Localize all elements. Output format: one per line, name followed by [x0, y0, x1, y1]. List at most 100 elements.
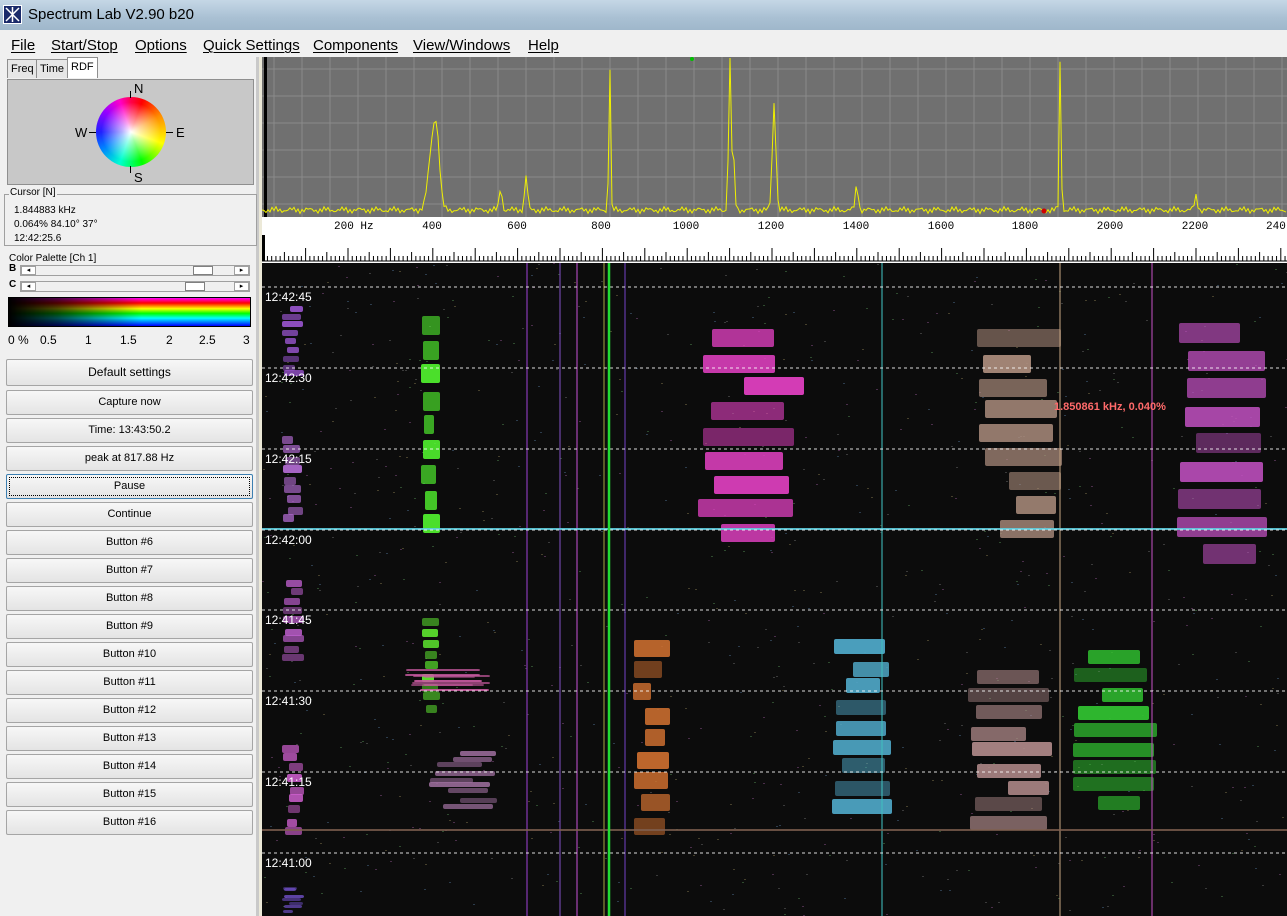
menu-quick-settings[interactable]: Quick Settings	[203, 37, 300, 54]
scroll-left-icon[interactable]: ◂	[21, 266, 36, 275]
waterfall-noise	[1062, 716, 1064, 717]
waterfall-noise	[660, 268, 662, 269]
waterfall-noise	[482, 511, 484, 512]
waterfall-noise	[798, 898, 800, 899]
waterfall-signal	[985, 448, 1062, 466]
capture-now-button[interactable]: Capture now	[6, 390, 253, 415]
waterfall-noise	[928, 409, 930, 410]
peak-button[interactable]: peak at 817.88 Hz	[6, 446, 253, 471]
button-13[interactable]: Button #13	[6, 726, 253, 751]
waterfall-noise	[701, 844, 703, 845]
waterfall-signal	[282, 745, 299, 753]
waterfall-noise	[792, 606, 794, 607]
app-icon[interactable]	[3, 5, 22, 24]
waterfall-display[interactable]: 12:42:45 12:42:30 12:42:15 12:42:00 12:4…	[262, 263, 1287, 916]
waterfall-signal	[423, 640, 439, 648]
contrast-slider[interactable]: ◂ ▸	[20, 281, 250, 292]
waterfall-noise	[320, 431, 322, 432]
frequency-axis[interactable]: 200 Hz 400 600 800 1000 1200 1400 1600 1…	[262, 217, 1287, 263]
button-15[interactable]: Button #15	[6, 782, 253, 807]
button-12[interactable]: Button #12	[6, 698, 253, 723]
waterfall-signal	[645, 729, 665, 746]
waterfall-noise	[395, 475, 397, 476]
waterfall-noise	[1064, 415, 1066, 416]
spectrum-display[interactable]	[261, 57, 1287, 217]
waterfall-signal	[744, 377, 804, 395]
button-14[interactable]: Button #14	[6, 754, 253, 779]
waterfall-noise	[976, 277, 978, 278]
waterfall-noise	[1173, 744, 1175, 745]
waterfall-noise	[670, 440, 672, 441]
waterfall-noise	[730, 833, 732, 834]
spectrum-marker-icon	[1041, 208, 1047, 214]
waterfall-signal	[1073, 777, 1154, 791]
waterfall-noise	[966, 652, 968, 653]
button-8[interactable]: Button #8	[6, 586, 253, 611]
freq-axis-label: 400	[422, 221, 442, 233]
brightness-slider-thumb[interactable]	[193, 266, 213, 275]
waterfall-noise	[376, 459, 378, 460]
waterfall-noise	[670, 696, 672, 697]
menu-view-windows[interactable]: View/Windows	[413, 37, 510, 54]
waterfall-noise	[708, 642, 710, 643]
menu-options[interactable]: Options	[135, 37, 187, 54]
contrast-slider-thumb[interactable]	[185, 282, 205, 291]
waterfall-signal	[287, 495, 301, 503]
waterfall-noise	[1235, 652, 1237, 653]
waterfall-noise	[946, 613, 948, 614]
button-9[interactable]: Button #9	[6, 614, 253, 639]
waterfall-noise	[315, 504, 317, 505]
button-10[interactable]: Button #10	[6, 642, 253, 667]
waterfall-noise	[280, 311, 282, 312]
waterfall-noise	[779, 825, 781, 826]
waterfall-noise	[458, 727, 460, 728]
waterfall-noise	[579, 571, 581, 572]
waterfall-noise	[711, 556, 713, 557]
button-16[interactable]: Button #16	[6, 810, 253, 835]
scroll-right-icon[interactable]: ▸	[234, 282, 249, 291]
waterfall-noise	[568, 446, 570, 447]
waterfall-time-label: 12:42:45	[265, 290, 312, 304]
waterfall-signal	[443, 804, 493, 809]
waterfall-noise	[266, 668, 268, 669]
time-button[interactable]: Time: 13:43:50.2	[6, 418, 253, 443]
waterfall-noise	[725, 275, 727, 276]
waterfall-signal	[1196, 433, 1261, 453]
waterfall-noise	[592, 821, 594, 822]
button-11[interactable]: Button #11	[6, 670, 253, 695]
waterfall-noise	[412, 827, 414, 828]
waterfall-noise	[900, 429, 902, 430]
menu-file[interactable]: File	[11, 37, 35, 54]
waterfall-signal	[284, 888, 296, 891]
default-settings-button[interactable]: Default settings	[6, 359, 253, 386]
waterfall-noise	[771, 552, 773, 553]
waterfall-noise	[362, 741, 364, 742]
waterfall-noise	[528, 801, 530, 802]
cursor-group-title: Cursor [N]	[9, 187, 57, 198]
menu-components[interactable]: Components	[313, 37, 398, 54]
color-palette-bar[interactable]	[8, 297, 251, 327]
scroll-right-icon[interactable]: ▸	[234, 266, 249, 275]
waterfall-noise	[466, 822, 468, 823]
cursor-frequency: 1.844883 kHz	[14, 205, 76, 216]
tab-rdf[interactable]: RDF	[67, 57, 98, 78]
menu-start-stop[interactable]: Start/Stop	[51, 37, 118, 54]
waterfall-noise	[309, 484, 311, 485]
continue-button[interactable]: Continue	[6, 502, 253, 527]
menu-help[interactable]: Help	[528, 37, 559, 54]
brightness-slider[interactable]: ◂ ▸	[20, 265, 250, 276]
tab-time[interactable]: Time	[36, 59, 69, 78]
waterfall-noise	[449, 820, 451, 821]
waterfall-noise	[773, 855, 775, 856]
waterfall-signal	[971, 727, 1026, 741]
waterfall-noise	[902, 810, 904, 811]
waterfall-noise	[857, 360, 859, 361]
waterfall-noise	[359, 648, 361, 649]
button-7[interactable]: Button #7	[6, 558, 253, 583]
tab-freq[interactable]: Freq	[7, 59, 38, 78]
scroll-left-icon[interactable]: ◂	[21, 282, 36, 291]
waterfall-noise	[1173, 488, 1175, 489]
pause-button[interactable]: Pause	[6, 474, 253, 499]
waterfall-noise	[1102, 907, 1104, 908]
button-6[interactable]: Button #6	[6, 530, 253, 555]
